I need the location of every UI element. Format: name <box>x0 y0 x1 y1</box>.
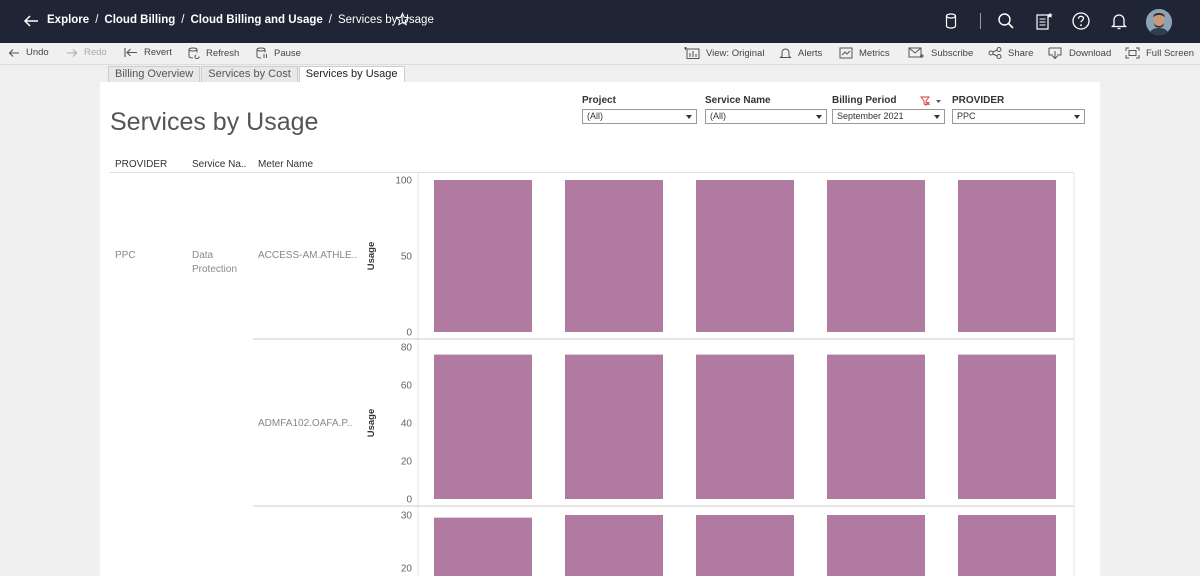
alert-bell-icon <box>779 48 792 58</box>
y-tick-label: 100 <box>395 176 412 187</box>
y-tick-label: 30 <box>401 511 413 522</box>
full-screen-label: Full Screen <box>1146 47 1195 59</box>
breadcrumb: Explore / Cloud Billing / Cloud Billing … <box>47 14 434 26</box>
y-tick-label: 50 <box>401 252 413 263</box>
redo-label: Redo <box>84 47 107 58</box>
revert-button[interactable]: Revert <box>124 47 172 58</box>
y-tick-label: 0 <box>406 328 412 339</box>
breadcrumb-cloud-billing-usage[interactable]: Cloud Billing and Usage <box>191 14 323 26</box>
redo-arrow-icon <box>67 48 78 57</box>
refresh-button[interactable]: Refresh <box>188 47 239 59</box>
breadcrumb-current: Services by Usage <box>337 14 434 26</box>
alerts-label: Alerts <box>798 47 823 59</box>
pause-button[interactable]: Pause <box>256 47 301 59</box>
usage-bar-charts: 0 50 100 Usage 0 20 40 60 80 Usage 20 30 <box>253 172 1075 576</box>
share-icon <box>988 47 1002 59</box>
y-tick-label: 40 <box>401 419 413 430</box>
subscribe-button[interactable]: Subscribe <box>908 47 973 59</box>
help-icon[interactable] <box>1071 11 1091 31</box>
usage-bar <box>565 354 663 499</box>
breadcrumb-separator: / <box>181 14 185 26</box>
usage-bar <box>565 515 663 576</box>
usage-bar <box>958 354 1056 499</box>
revert-label: Revert <box>144 47 172 58</box>
tab-services-by-cost[interactable]: Services by Cost <box>201 66 298 82</box>
y-tick-label: 80 <box>401 343 413 354</box>
share-label: Share <box>1008 47 1034 59</box>
view-original-button[interactable]: View: Original <box>683 47 764 59</box>
usage-bar <box>696 515 794 576</box>
y-axis-label: Usage <box>366 242 377 271</box>
usage-bar <box>958 180 1056 332</box>
breadcrumb-explore[interactable]: Explore <box>47 14 89 26</box>
tab-billing-overview[interactable]: Billing Overview <box>108 66 201 82</box>
y-tick-label: 60 <box>401 381 413 392</box>
full-screen-button[interactable]: Full Screen <box>1125 47 1194 59</box>
avatar-portrait-icon <box>1146 9 1172 35</box>
favorite-star-icon[interactable] <box>395 12 410 27</box>
undo-button[interactable]: Undo <box>8 47 49 58</box>
usage-bar <box>434 180 532 332</box>
data-source-icon[interactable] <box>941 11 961 31</box>
breadcrumb-separator: / <box>95 14 99 26</box>
usage-bar <box>958 515 1056 576</box>
refresh-database-icon <box>188 47 200 59</box>
usage-bar <box>696 180 794 332</box>
favorites-list-icon[interactable] <box>1034 11 1054 31</box>
usage-bar <box>827 354 925 499</box>
alerts-button[interactable]: Alerts <box>779 47 822 59</box>
y-tick-label: 0 <box>406 495 412 506</box>
breadcrumb-separator: / <box>328 14 332 26</box>
y-axis-label: Usage <box>366 409 377 438</box>
refresh-label: Refresh <box>206 47 240 59</box>
metrics-icon <box>839 47 853 59</box>
revert-icon <box>124 48 137 57</box>
usage-bar <box>434 354 532 499</box>
search-icon[interactable] <box>996 11 1016 31</box>
usage-bar <box>565 180 663 332</box>
pause-database-icon <box>256 47 267 59</box>
download-icon <box>1048 47 1062 59</box>
y-tick-label: 20 <box>401 564 413 575</box>
download-label: Download <box>1069 47 1112 59</box>
pause-label: Pause <box>274 47 301 59</box>
tab-services-by-usage[interactable]: Services by Usage <box>298 66 405 82</box>
breadcrumb-cloud-billing[interactable]: Cloud Billing <box>104 14 175 26</box>
download-button[interactable]: Download <box>1048 47 1111 59</box>
top-nav-bar: Explore / Cloud Billing / Cloud Billing … <box>0 0 1200 43</box>
undo-label: Undo <box>26 47 49 58</box>
dashboard-canvas: Services by Usage Project (All) Service … <box>100 82 1100 576</box>
share-button[interactable]: Share <box>988 47 1033 59</box>
usage-bar <box>827 180 925 332</box>
view-label: View: Original <box>706 47 765 59</box>
notifications-bell-icon[interactable] <box>1109 11 1129 31</box>
full-screen-icon <box>1125 47 1140 59</box>
metrics-button[interactable]: Metrics <box>839 47 890 59</box>
metrics-label: Metrics <box>859 47 890 59</box>
undo-arrow-icon <box>8 48 19 57</box>
usage-bar <box>827 515 925 576</box>
back-arrow-icon[interactable] <box>22 12 40 30</box>
y-tick-label: 20 <box>401 457 413 468</box>
redo-button[interactable]: Redo <box>66 47 107 58</box>
divider <box>980 13 981 29</box>
subscribe-label: Subscribe <box>931 47 974 59</box>
usage-bar <box>434 517 532 576</box>
user-avatar[interactable] <box>1146 9 1172 35</box>
view-toolbar: Undo Redo Revert Refresh Pause View: Ori… <box>0 43 1200 65</box>
view-chart-icon <box>684 47 700 59</box>
subscribe-envelope-icon <box>908 47 924 58</box>
usage-bar <box>696 354 794 499</box>
sheet-tabs: Billing Overview Services by Cost Servic… <box>108 66 406 82</box>
